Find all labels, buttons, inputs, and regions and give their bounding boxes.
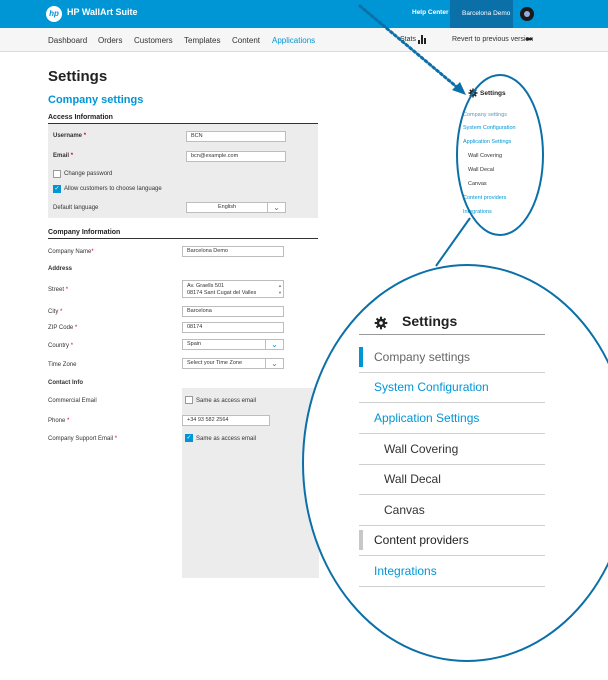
sidebar-item-wall-covering[interactable]: Wall Covering: [384, 442, 458, 456]
city-input[interactable]: Barcelona: [182, 306, 284, 317]
page-title: Settings: [48, 68, 108, 85]
divider: [359, 555, 545, 556]
section-indicator: [359, 530, 363, 550]
nav-customers[interactable]: Customers: [134, 36, 173, 45]
zip-label: ZIP Code *: [48, 325, 78, 331]
divider: [359, 586, 545, 587]
zip-input[interactable]: 08174: [182, 322, 284, 333]
divider: [359, 372, 545, 373]
top-bar: hp HP WallArt Suite Help Center Barcelon…: [0, 0, 608, 28]
support-same-label: Same as access email: [196, 436, 257, 442]
change-password-label: Change password: [64, 171, 113, 177]
mini-sidebar-content-providers[interactable]: Content providers: [463, 195, 506, 201]
divider: [48, 238, 318, 239]
chevron-down-icon[interactable]: ⌄: [266, 358, 284, 369]
timezone-label: Time Zone: [48, 362, 77, 368]
scroll-arrows-icon[interactable]: ▲ ▼: [278, 282, 282, 296]
divider: [359, 433, 545, 434]
mini-sidebar-wall-decal[interactable]: Wall Decal: [468, 167, 494, 173]
sidebar-item-integrations[interactable]: Integrations: [374, 564, 437, 578]
sidebar-item-content-providers[interactable]: Content providers: [374, 533, 469, 547]
mini-sidebar-title: Settings: [480, 90, 506, 97]
sidebar-item-system-configuration[interactable]: System Configuration: [374, 380, 489, 394]
email-input[interactable]: bcn@example.com: [186, 151, 286, 162]
user-icon[interactable]: [520, 7, 534, 21]
street-textarea[interactable]: Av. Graells 501 08174 Sant Cugat del Val…: [182, 280, 284, 298]
street-label: Street *: [48, 287, 69, 293]
company-info-title: Company Information: [48, 229, 121, 236]
revert-link[interactable]: Revert to previous version: [452, 36, 533, 43]
country-label: Country *: [48, 343, 74, 349]
country-select[interactable]: Spain: [182, 339, 266, 350]
timezone-select[interactable]: Select your Time Zone: [182, 358, 266, 369]
default-language-select[interactable]: English: [186, 202, 268, 213]
mini-sidebar-canvas[interactable]: Canvas: [468, 181, 487, 187]
section-heading: Company settings: [48, 94, 144, 106]
sidebar-item-company-settings[interactable]: Company settings: [374, 350, 470, 364]
change-password-checkbox[interactable]: [53, 170, 61, 178]
city-label: City *: [48, 309, 63, 315]
mini-sidebar-integrations[interactable]: Integrations: [463, 209, 492, 215]
username-input[interactable]: BCN: [186, 131, 286, 142]
company-name-label: Company Name*: [48, 249, 94, 255]
chevron-down-icon[interactable]: ⌄: [266, 339, 284, 350]
username-label: Username *: [53, 133, 87, 139]
access-info-title: Access Information: [48, 114, 113, 121]
address-title: Address: [48, 266, 73, 272]
mini-sidebar-application-settings[interactable]: Application Settings: [463, 139, 511, 145]
mini-sidebar-system-configuration[interactable]: System Configuration: [463, 125, 516, 131]
user-menu[interactable]: Barcelona Demo: [450, 0, 513, 28]
support-same-checkbox[interactable]: ✓: [185, 434, 193, 442]
gear-icon: [468, 88, 478, 98]
divider: [359, 494, 545, 495]
mini-sidebar-wall-covering[interactable]: Wall Covering: [468, 153, 502, 159]
hp-logo-icon[interactable]: hp: [46, 6, 62, 22]
active-indicator: [359, 347, 363, 367]
sidebar-item-canvas[interactable]: Canvas: [384, 503, 425, 517]
divider: [359, 402, 545, 403]
nav-templates[interactable]: Templates: [184, 36, 220, 45]
default-language-label: Default language: [53, 205, 99, 211]
nav-dashboard[interactable]: Dashboard: [48, 36, 87, 45]
sidebar-title: Settings: [402, 313, 458, 329]
gear-icon: [374, 316, 388, 330]
commercial-same-label: Same as access email: [196, 398, 257, 404]
stats-bars-icon[interactable]: [418, 34, 428, 44]
allow-language-label: Allow customers to choose language: [64, 186, 162, 192]
help-center-link[interactable]: Help Center: [412, 9, 448, 16]
sidebar-item-wall-decal[interactable]: Wall Decal: [384, 472, 441, 486]
contact-info-title: Contact Info: [48, 380, 83, 386]
nav-content[interactable]: Content: [232, 36, 260, 45]
sidebar-item-application-settings[interactable]: Application Settings: [374, 411, 479, 425]
support-email-label: Company Support Email *: [48, 436, 118, 442]
divider: [359, 525, 545, 526]
chevron-down-icon[interactable]: ⌄: [268, 202, 286, 213]
divider: [359, 464, 545, 465]
stats-link[interactable]: Stats: [400, 36, 416, 43]
mini-sidebar-company-settings[interactable]: Company settings: [463, 112, 507, 118]
phone-label: Phone *: [48, 418, 70, 424]
street-line-2: 08174 Sant Cugat del Valles: [187, 289, 257, 296]
nav-applications[interactable]: Applications: [272, 36, 315, 45]
nav-orders[interactable]: Orders: [98, 36, 122, 45]
phone-input[interactable]: +34 93 582 2564: [182, 415, 270, 426]
email-label: Email *: [53, 153, 74, 159]
app-title[interactable]: HP WallArt Suite: [67, 7, 138, 17]
magnified-sidebar: Settings Company settings System Configu…: [302, 264, 608, 662]
commercial-same-checkbox[interactable]: [185, 396, 193, 404]
divider: [359, 334, 545, 335]
revert-arrow-icon[interactable]: ⬅: [525, 34, 533, 45]
commercial-email-label: Commercial Email: [48, 398, 97, 404]
allow-language-checkbox[interactable]: ✓: [53, 185, 61, 193]
main-nav: Dashboard Orders Customers Templates Con…: [0, 28, 608, 52]
company-name-input[interactable]: Barcelona Demo: [182, 246, 284, 257]
